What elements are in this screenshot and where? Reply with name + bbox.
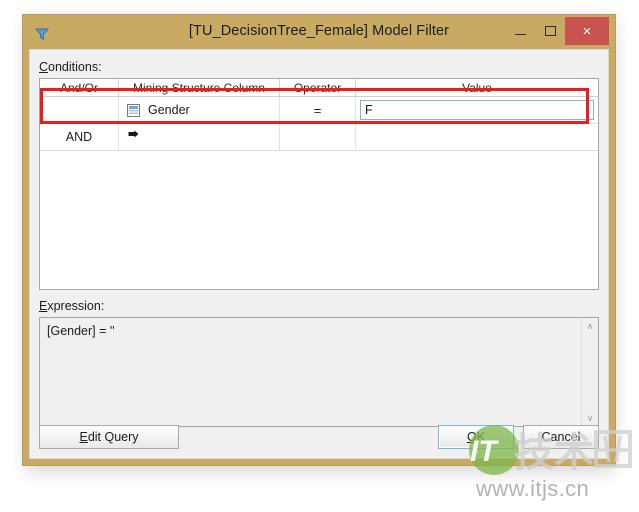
conditions-label-accel: C (39, 60, 49, 74)
cell-column-name: Gender (148, 103, 190, 117)
edit-query-label: dit Query (87, 430, 139, 444)
expression-label: Expression: (39, 299, 599, 313)
cell-value[interactable] (355, 96, 598, 124)
expression-panel[interactable]: [Gender] = '' ∧ ∨ (39, 317, 599, 427)
cell-value[interactable] (355, 123, 598, 151)
row-selector-arrow-icon (127, 130, 140, 145)
title-bar[interactable]: [TU_DecisionTree_Female] Model Filter × (29, 17, 609, 49)
ok-button[interactable]: OK (438, 425, 514, 449)
cell-operator[interactable] (279, 123, 356, 151)
column-header-value[interactable]: Value (355, 79, 598, 97)
value-input[interactable] (360, 100, 594, 120)
scroll-down-icon[interactable]: ∨ (582, 410, 598, 426)
table-body: Gender = AND (40, 96, 598, 151)
cell-andor[interactable]: AND (40, 123, 119, 151)
column-header-mining-structure-column[interactable]: Mining Structure Column (118, 79, 280, 97)
table-header-row: And/Or Mining Structure Column Operator … (40, 79, 598, 97)
table-header: And/Or Mining Structure Column Operator … (40, 79, 598, 97)
column-header-operator[interactable]: Operator (279, 79, 356, 97)
dialog-client-area: Conditions: And/Or Mining Structure Colu… (29, 49, 609, 459)
column-header-andor[interactable]: And/Or (40, 79, 119, 97)
close-icon: × (582, 22, 592, 40)
expression-text: [Gender] = '' (47, 324, 115, 338)
table-row[interactable]: AND (40, 123, 598, 151)
conditions-label: Conditions: (39, 60, 599, 74)
conditions-grid-panel[interactable]: And/Or Mining Structure Column Operator … (39, 78, 599, 290)
dialog-footer: Edit Query OK Cancel (39, 425, 599, 449)
cell-operator[interactable]: = (279, 96, 356, 124)
scroll-up-icon[interactable]: ∧ (582, 318, 598, 334)
cancel-label: Cancel (541, 430, 581, 444)
cell-mining-structure-column[interactable] (118, 123, 280, 151)
expression-label-rest: xpression: (47, 299, 105, 313)
filter-funnel-icon (33, 25, 51, 43)
expression-scrollbar[interactable]: ∧ ∨ (581, 318, 598, 426)
cell-mining-structure-column[interactable]: Gender (118, 96, 280, 124)
minimize-icon (514, 34, 526, 35)
table-column-icon (127, 103, 140, 117)
ok-accel: O (466, 430, 477, 444)
ok-label: K (476, 430, 486, 444)
maximize-button[interactable] (535, 17, 565, 45)
close-button[interactable]: × (565, 17, 609, 45)
cancel-button[interactable]: Cancel (523, 425, 599, 449)
minimize-button[interactable] (505, 17, 535, 45)
conditions-label-rest: onditions: (48, 60, 102, 74)
maximize-icon (544, 26, 556, 36)
edit-query-button[interactable]: Edit Query (39, 425, 179, 449)
cell-andor[interactable] (40, 96, 119, 124)
conditions-table: And/Or Mining Structure Column Operator … (40, 79, 598, 151)
edit-query-accel: E (79, 430, 88, 444)
table-row[interactable]: Gender = (40, 96, 598, 124)
model-filter-dialog: [TU_DecisionTree_Female] Model Filter × … (22, 14, 616, 466)
caption-button-group: × (505, 17, 609, 45)
